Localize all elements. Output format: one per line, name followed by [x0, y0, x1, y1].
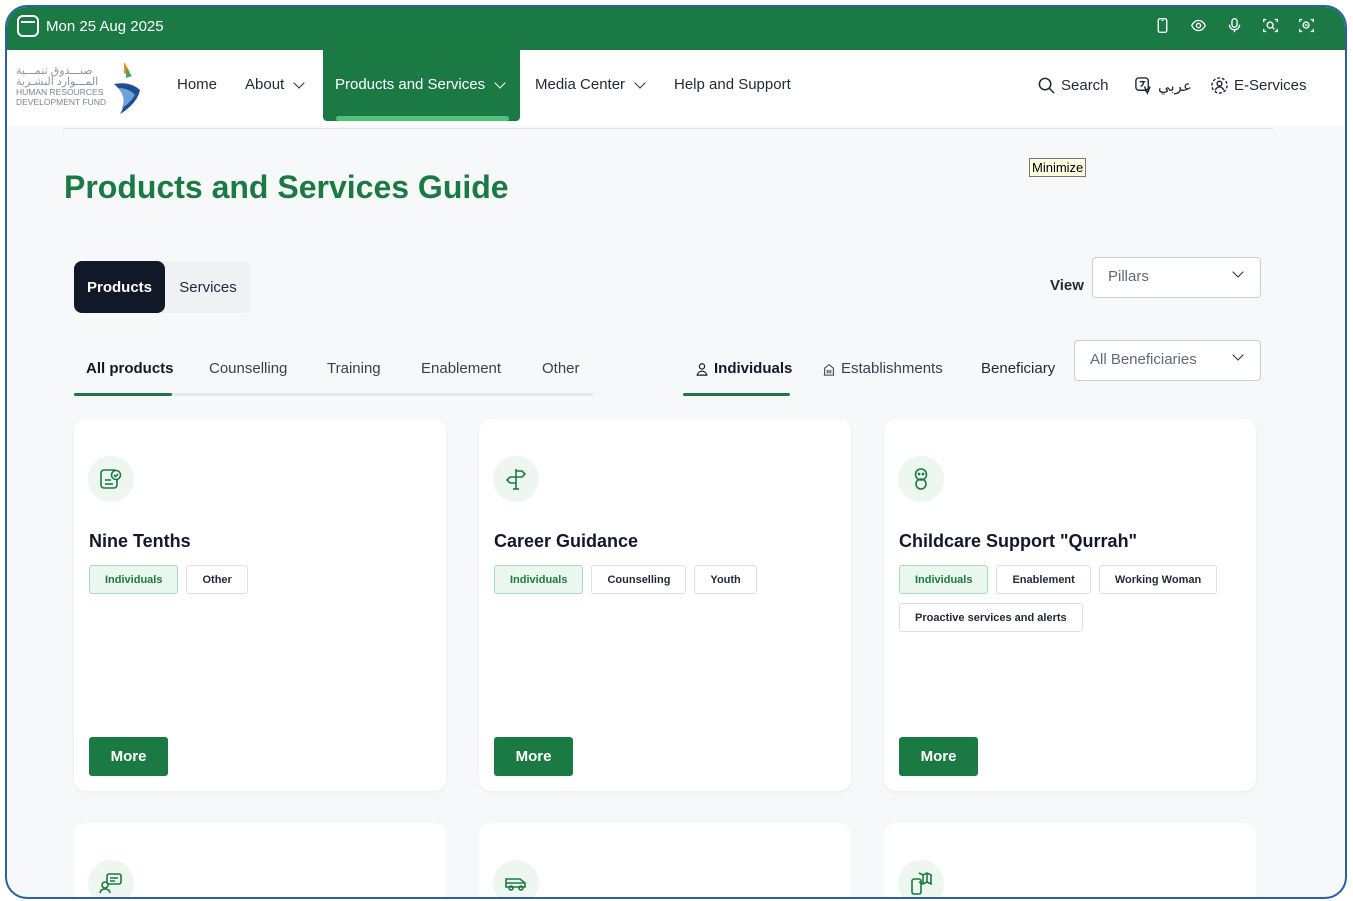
more-button[interactable]: More — [899, 737, 978, 776]
card-tags: Individuals Other — [89, 565, 434, 594]
product-card — [74, 823, 446, 897]
eye-icon[interactable] — [1190, 17, 1207, 34]
building-icon — [823, 363, 835, 376]
tag-individuals: Individuals — [89, 565, 179, 594]
phone-icon[interactable] — [1154, 17, 1171, 34]
beneficiary-active-indicator — [683, 393, 790, 396]
tab-enablement[interactable]: Enablement — [421, 360, 501, 377]
tab-other[interactable]: Other — [542, 360, 580, 377]
current-date: Mon 25 Aug 2025 — [46, 18, 164, 35]
microphone-icon[interactable] — [1226, 17, 1243, 34]
tab-training[interactable]: Training — [327, 360, 381, 377]
tab-establishments[interactable]: Establishments — [822, 360, 943, 377]
nav-active-indicator — [336, 116, 509, 121]
baby-icon — [898, 456, 944, 502]
beneficiary-select[interactable]: All Beneficiaries — [1074, 340, 1261, 381]
nav-help-and-support[interactable]: Help and Support — [674, 76, 791, 93]
e-services-button[interactable]: E-Services — [1210, 76, 1307, 95]
device-map-icon — [898, 860, 944, 897]
product-card: Childcare Support "Qurrah" Individuals E… — [884, 419, 1256, 791]
chevron-down-icon — [293, 76, 305, 89]
hrdf-logo[interactable]: صنـــدوق تنمـــية المـــوارد البشـرية HU… — [16, 58, 144, 116]
accessibility-tools — [1154, 17, 1315, 34]
chevron-down-icon — [1232, 266, 1244, 278]
tab-counselling[interactable]: Counselling — [209, 360, 287, 377]
person-icon — [696, 362, 708, 376]
category-tabs: All products Counselling Training Enable… — [74, 346, 593, 396]
product-card — [479, 823, 851, 897]
card-title: Nine Tenths — [89, 531, 191, 551]
search-button[interactable]: Search — [1037, 76, 1109, 95]
chevron-down-icon — [1232, 349, 1244, 361]
product-card: Career Guidance Individuals Counselling … — [479, 419, 851, 791]
page-title: Products and Services Guide — [64, 169, 509, 205]
more-button[interactable]: More — [89, 737, 168, 776]
calendar-icon — [17, 15, 39, 37]
card-tags: Individuals Counselling Youth — [494, 565, 839, 594]
tag-individuals: Individuals — [494, 565, 584, 594]
logo-english-line2: DEVELOPMENT FUND — [16, 96, 107, 107]
more-button[interactable]: More — [494, 737, 573, 776]
card-title: Career Guidance — [494, 531, 639, 551]
tag-other: Other — [186, 565, 248, 594]
translate-icon — [1135, 77, 1151, 95]
tag-individuals: Individuals — [899, 565, 989, 594]
product-card — [884, 823, 1256, 897]
browser-frame: Mon 25 Aug 2025 صنـــدوق تنمـــية المـــ… — [5, 5, 1347, 899]
nav-divider — [63, 128, 1273, 129]
logo-mark-icon — [114, 62, 140, 114]
products-services-toggle: Products Services — [74, 261, 251, 313]
search-icon — [1038, 77, 1055, 94]
chevron-down-icon — [494, 76, 506, 89]
view-label: View — [1050, 277, 1084, 294]
zoom-out-icon[interactable] — [1298, 17, 1315, 34]
nav-about[interactable]: About — [245, 76, 305, 93]
card-title: Childcare Support "Qurrah" — [899, 531, 1138, 551]
signpost-icon — [493, 456, 539, 502]
segment-products[interactable]: Products — [74, 261, 165, 313]
certificate-icon — [88, 456, 134, 502]
tab-active-indicator — [74, 393, 172, 396]
product-card: Nine Tenths Individuals Other More — [74, 419, 446, 791]
card-tags: Individuals Enablement Working Woman Pro… — [899, 565, 1244, 632]
tag-enablement: Enablement — [996, 565, 1091, 594]
user-circle-icon — [1211, 77, 1228, 94]
tag-working-woman: Working Woman — [1098, 565, 1218, 594]
nav-home[interactable]: Home — [177, 76, 217, 93]
tag-youth: Youth — [694, 565, 757, 594]
top-accessibility-bar: Mon 25 Aug 2025 — [7, 7, 1345, 50]
tab-individuals[interactable]: Individuals — [695, 360, 792, 377]
tag-proactive-services: Proactive services and alerts — [899, 603, 1083, 632]
language-switch[interactable]: عربي — [1134, 76, 1192, 95]
beneficiary-label: Beneficiary — [981, 360, 1056, 377]
nav-products-and-services[interactable]: Products and Services — [323, 50, 520, 121]
main-navigation: صنـــدوق تنمـــية المـــوارد البشـرية HU… — [7, 50, 1345, 126]
chat-icon — [88, 860, 134, 897]
vehicle-icon — [493, 860, 539, 897]
chevron-down-icon — [634, 76, 646, 89]
minimize-tooltip: Minimize — [1029, 158, 1087, 177]
zoom-in-icon[interactable] — [1262, 17, 1279, 34]
nav-media-center[interactable]: Media Center — [535, 76, 646, 93]
tag-counselling: Counselling — [591, 565, 687, 594]
segment-services[interactable]: Services — [165, 261, 251, 313]
tab-all-products[interactable]: All products — [86, 360, 174, 377]
view-select[interactable]: Pillars — [1092, 257, 1261, 298]
